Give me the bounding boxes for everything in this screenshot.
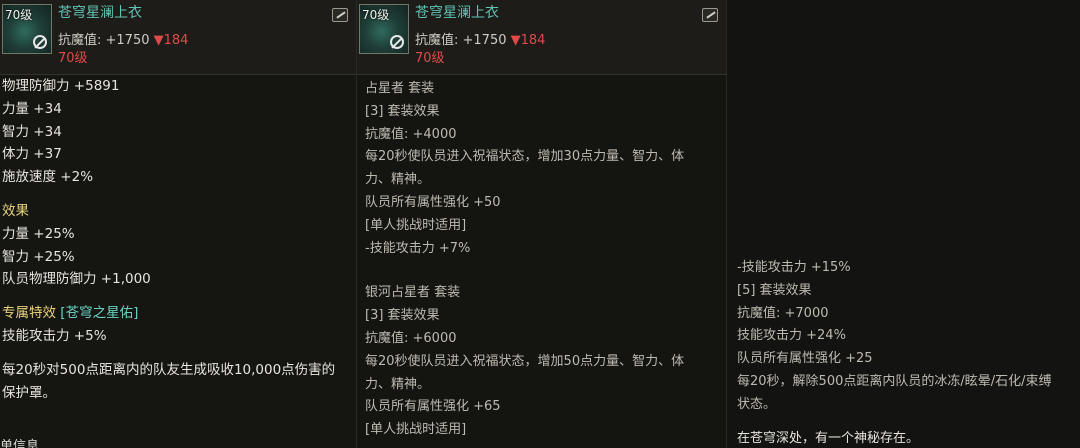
resist-value: 抗魔值: +1750: [58, 33, 150, 48]
set-line: 状态。: [737, 396, 777, 412]
set-line: -技能攻击力 +15%: [737, 260, 851, 275]
unusable-icon: [390, 35, 404, 49]
item-header: 70级 苍穹星澜上衣 抗魔值: +1750 ▼184 70级: [357, 0, 726, 75]
set-line: 力、精神。: [365, 172, 431, 188]
set-line: 抗魔值: +7000: [737, 305, 829, 321]
item-name: 苍穹星澜上衣: [415, 5, 499, 21]
item-level-badge: 70级: [5, 8, 33, 22]
item-icon[interactable]: 70级: [2, 4, 52, 54]
set-effects: 占星者 套装 [3] 套装效果 抗魔值: +4000 每20秒使队员进入祝福状态…: [365, 78, 726, 442]
truncated-line: 单信息: [0, 439, 40, 448]
set-line: 每20秒使队员进入祝福状态，增加30点力量、智力、体: [365, 149, 685, 165]
set-line: 队员所有属性强化 +25: [737, 351, 873, 367]
attr-line: 体力 +37: [2, 146, 62, 163]
item-level-requirement: 70级: [415, 51, 445, 66]
exclusive-effect-label: 专属特效: [2, 305, 56, 322]
attr-line: 力量 +34: [2, 100, 62, 117]
set-line: 队员所有属性强化 +50: [365, 194, 501, 210]
exclusive-effect-name: [苍穹之星佑]: [60, 305, 139, 322]
item-tooltip-panel-1: 70级 苍穹星澜上衣 抗魔值: +1750 ▼184 70级 物理防御力 +58…: [0, 0, 357, 448]
set-line: 抗魔值: +4000: [365, 126, 457, 142]
edit-icon[interactable]: [702, 8, 718, 22]
set-line: [单人挑战时适用]: [365, 422, 467, 438]
attr-line: 智力 +34: [2, 123, 62, 140]
item-level-badge: 70级: [362, 8, 390, 22]
exclusive-effect-heading: 专属特效 [苍穹之星佑]: [2, 302, 356, 325]
item-resist-stat: 抗魔值: +1750 ▼184: [58, 29, 188, 48]
set-effects-continued: -技能攻击力 +15% [5] 套装效果 抗魔值: +7000 技能攻击力 +2…: [737, 257, 1080, 448]
set-name: 占星者 套装: [365, 81, 435, 96]
item-tooltip-panel-3: -技能攻击力 +15% [5] 套装效果 抗魔值: +7000 技能攻击力 +2…: [727, 0, 1080, 448]
unusable-icon: [33, 35, 47, 49]
attr-line: 物理防御力 +5891: [2, 78, 120, 94]
set-line: 每20秒，解除500点距离内队员的冰冻/眩晕/石化/束缚: [737, 373, 1052, 389]
set-bonus-heading: [3] 套装效果: [365, 308, 440, 324]
item-header: 70级 苍穹星澜上衣 抗魔值: +1750 ▼184 70级: [0, 0, 356, 75]
item-tooltip-panel-2: 70级 苍穹星澜上衣 抗魔值: +1750 ▼184 70级 占星者 套装 [3…: [357, 0, 727, 448]
set-line: 技能攻击力 +24%: [737, 328, 846, 344]
effect-line: 队员物理防御力 +1,000: [2, 271, 151, 288]
set-line: 队员所有属性强化 +65: [365, 399, 501, 415]
set-line: 抗魔值: +6000: [365, 330, 457, 346]
resist-value: 抗魔值: +1750: [415, 33, 507, 48]
effect-description: 保护罩。: [2, 384, 56, 401]
resist-decrease: ▼184: [153, 33, 189, 48]
effect-heading: 效果: [2, 202, 29, 219]
effect-line: 力量 +25%: [2, 225, 75, 242]
effect-line: 智力 +25%: [2, 248, 75, 265]
set-line: -技能攻击力 +7%: [365, 240, 471, 256]
set-line: [单人挑战时适用]: [365, 217, 467, 233]
set-name: 银河占星者 套装: [365, 285, 461, 301]
effect-description: 每20秒对500点距离内的队友生成吸收10,000点伤害的: [2, 361, 336, 378]
effect-line: 技能攻击力 +5%: [2, 327, 107, 344]
item-name: 苍穹星澜上衣: [58, 5, 142, 21]
set-bonus-heading: [5] 套装效果: [737, 282, 812, 298]
flavor-text: 在苍穹深处，有一个神秘存在。: [737, 430, 920, 446]
item-icon[interactable]: 70级: [359, 4, 409, 54]
set-bonus-heading: [3] 套装效果: [365, 103, 440, 119]
resist-decrease: ▼184: [510, 33, 546, 48]
attr-line: 施放速度 +2%: [2, 169, 94, 186]
set-line: 力、精神。: [365, 376, 431, 392]
item-resist-stat: 抗魔值: +1750 ▼184: [415, 29, 545, 48]
edit-icon[interactable]: [332, 8, 348, 22]
item-attributes: 物理防御力 +5891 力量 +34 智力 +34 体力 +37 施放速度 +2…: [2, 75, 356, 404]
set-line: 每20秒使队员进入祝福状态，增加50点力量、智力、体: [365, 353, 685, 369]
item-level-requirement: 70级: [58, 51, 88, 66]
